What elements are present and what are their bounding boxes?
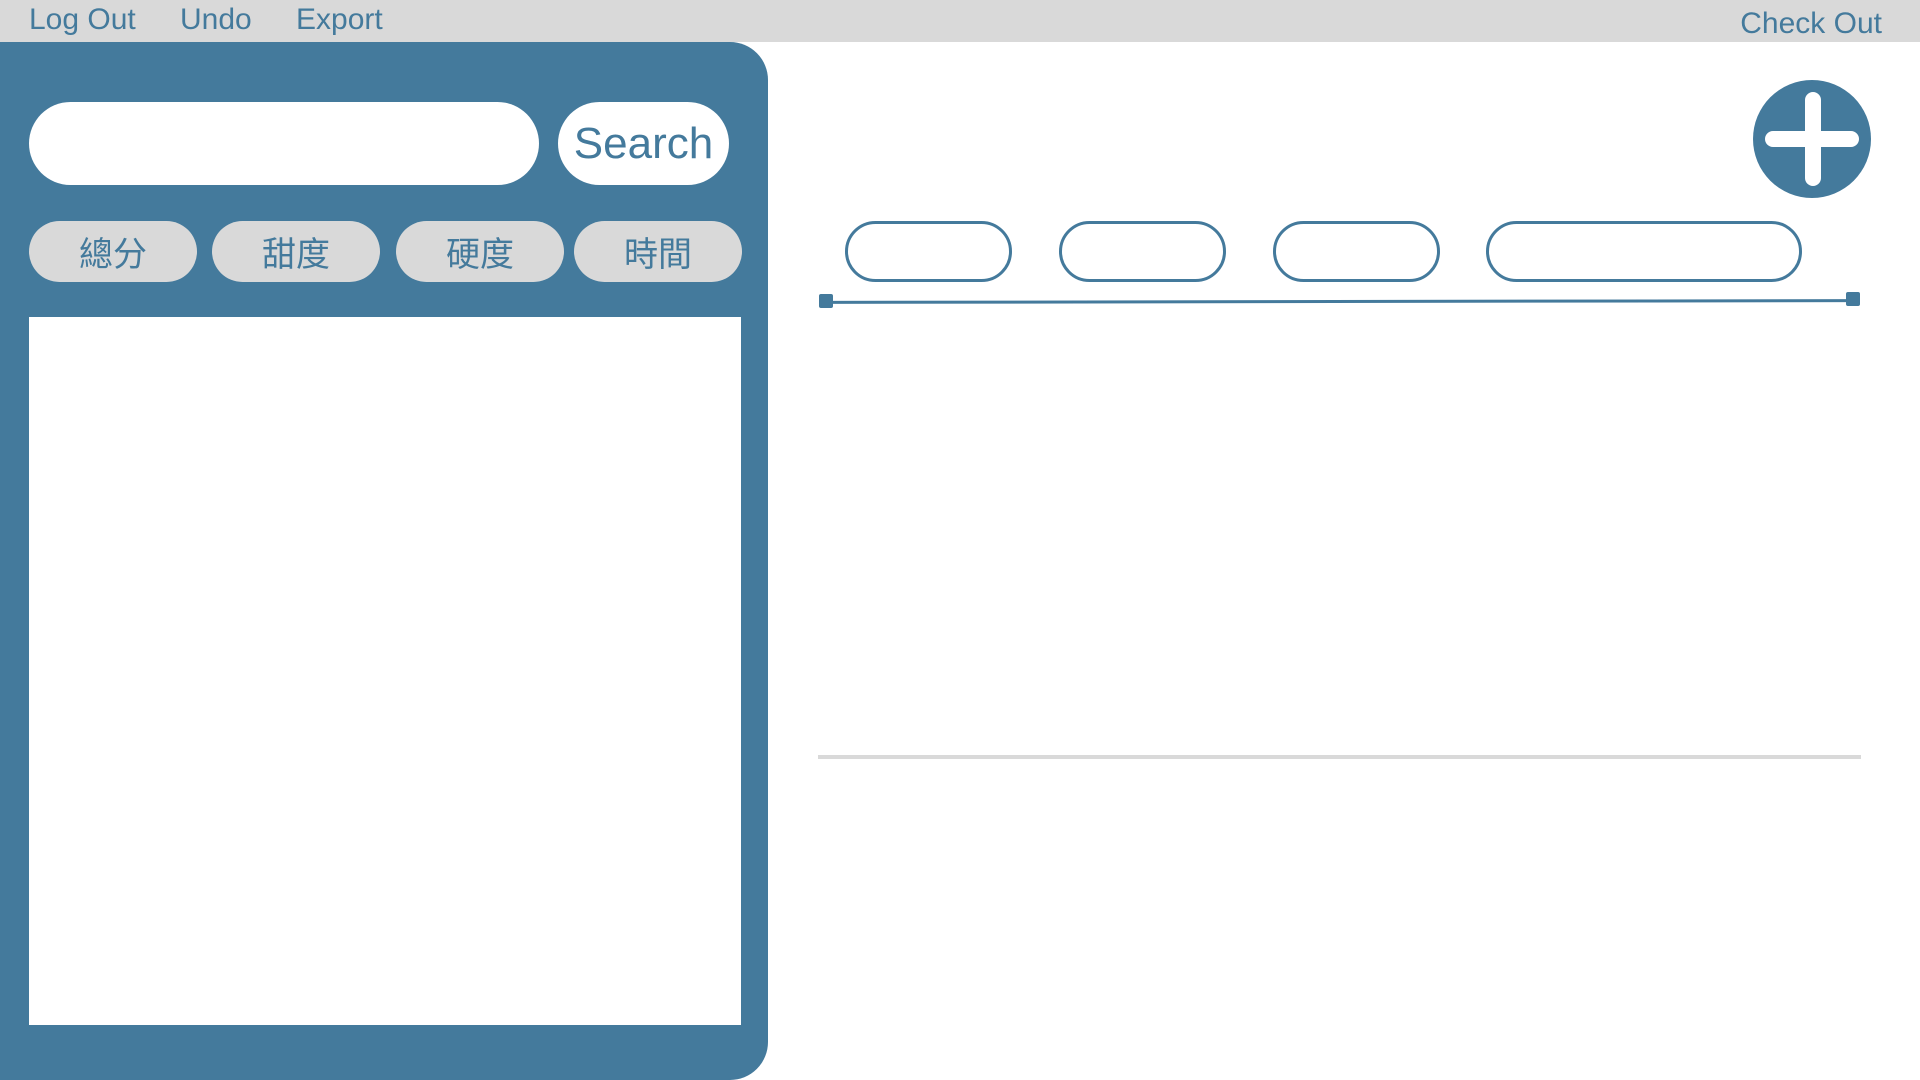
search-input[interactable] [29, 102, 539, 185]
search-results-list[interactable] [29, 317, 741, 1025]
content-divider [818, 755, 1861, 759]
checkout-button[interactable]: Check Out [1740, 4, 1882, 46]
range-slider-track[interactable] [825, 299, 1855, 304]
undo-button[interactable]: Undo [180, 0, 252, 42]
search-button[interactable]: Search [558, 102, 729, 185]
sort-hardness-button[interactable]: 硬度 [396, 221, 564, 282]
logout-button[interactable]: Log Out [29, 0, 136, 42]
range-slider-start-handle[interactable] [819, 294, 833, 308]
add-button[interactable] [1753, 80, 1871, 198]
search-panel: Search 總分 甜度 硬度 時間 [0, 42, 768, 1080]
tab-2[interactable] [1059, 221, 1226, 282]
sort-total-score-button[interactable]: 總分 [29, 221, 197, 282]
plus-icon [1753, 80, 1871, 198]
sort-time-button[interactable]: 時間 [574, 221, 742, 282]
tab-1[interactable] [845, 221, 1012, 282]
top-menu-bar: Log Out Undo Export Check Out [0, 0, 1920, 42]
tab-3[interactable] [1273, 221, 1440, 282]
range-slider-end-handle[interactable] [1846, 292, 1860, 306]
sort-sweetness-button[interactable]: 甜度 [212, 221, 380, 282]
tab-4[interactable] [1486, 221, 1802, 282]
export-button[interactable]: Export [296, 0, 383, 42]
